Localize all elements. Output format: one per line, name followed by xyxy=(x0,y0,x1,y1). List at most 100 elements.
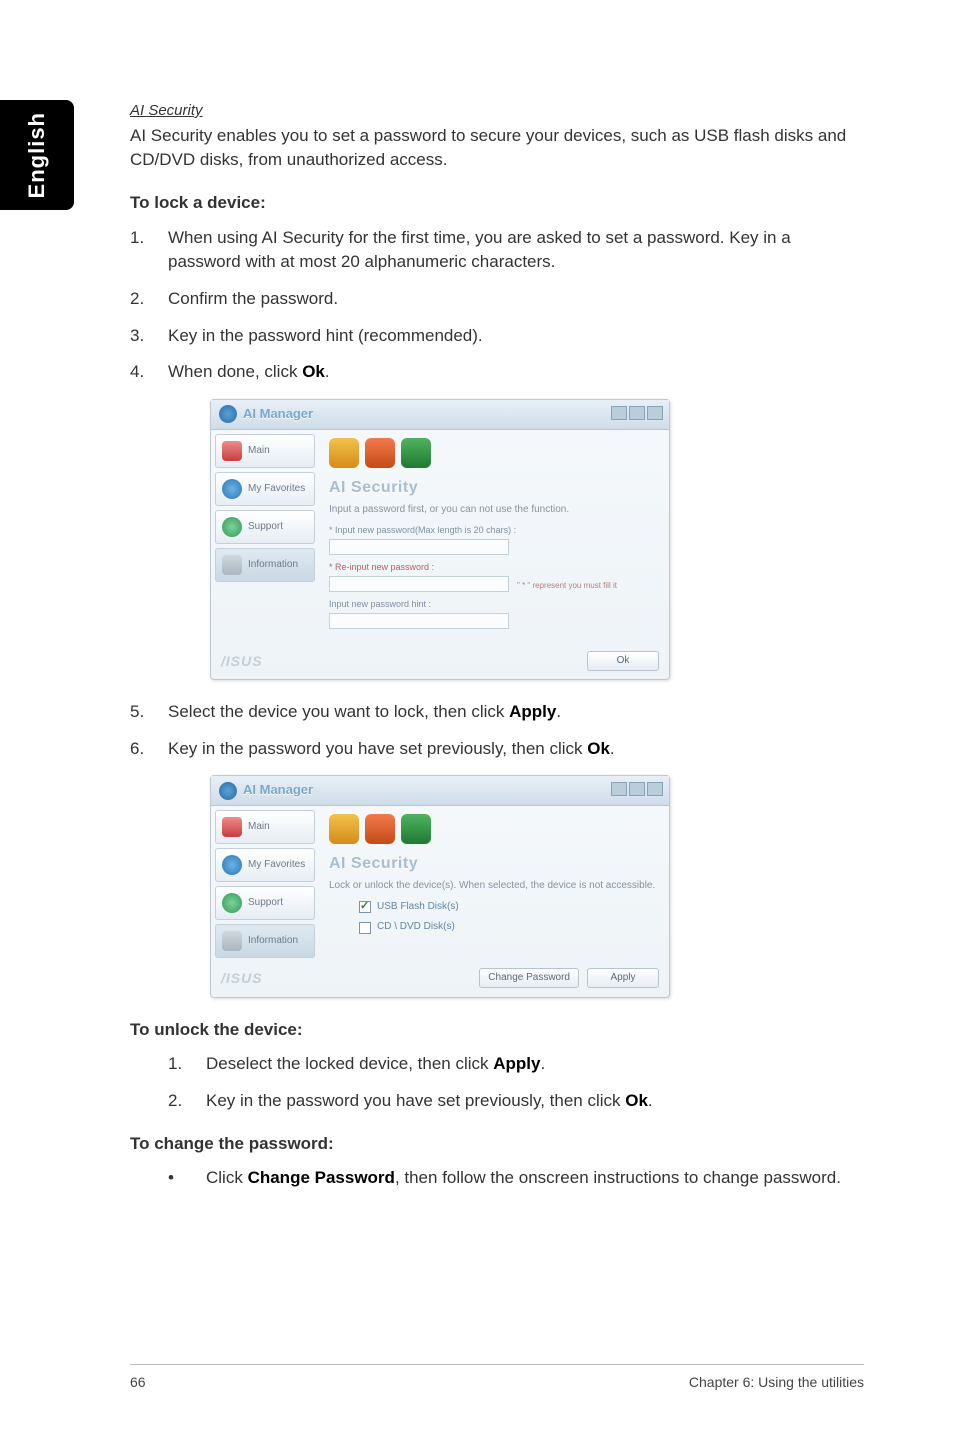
nav-main[interactable]: Main xyxy=(215,434,315,468)
step-text: Deselect the locked device, then click A… xyxy=(206,1052,864,1077)
apply-button[interactable]: Apply xyxy=(587,968,659,988)
toolbar-icon-3[interactable] xyxy=(401,438,431,468)
bullet-icon: • xyxy=(168,1166,206,1191)
nav-information[interactable]: Information xyxy=(215,548,315,582)
step-number: 2. xyxy=(168,1089,206,1114)
page-number: 66 xyxy=(130,1374,146,1390)
nav-favorites[interactable]: My Favorites xyxy=(215,472,315,506)
window-title: AI Manager xyxy=(243,405,313,424)
close-icon[interactable] xyxy=(647,406,663,420)
information-icon xyxy=(222,555,242,575)
app-logo-icon xyxy=(219,405,237,423)
intro-paragraph: AI Security enables you to set a passwor… xyxy=(130,124,864,173)
step-number: 5. xyxy=(130,700,168,725)
toolbar-icon-1[interactable] xyxy=(329,814,359,844)
step-number: 6. xyxy=(130,737,168,762)
reinput-password-input[interactable] xyxy=(329,576,509,592)
window-title: AI Manager xyxy=(243,781,313,800)
window-title-bar: AI Manager xyxy=(211,400,669,430)
step-number: 2. xyxy=(130,287,168,312)
checkbox-icon[interactable] xyxy=(359,922,371,934)
unlock-heading: To unlock the device: xyxy=(130,1018,864,1043)
brand-mark: /ISUS xyxy=(221,968,263,988)
chapter-label: Chapter 6: Using the utilities xyxy=(689,1374,864,1390)
toolbar-icon-2[interactable] xyxy=(365,438,395,468)
step-number: 3. xyxy=(130,324,168,349)
cd-dvd-option[interactable]: CD \ DVD Disk(s) xyxy=(359,920,659,935)
change-bullet-list: •Click Change Password, then follow the … xyxy=(130,1166,864,1191)
support-icon xyxy=(222,893,242,913)
password-hint-label: Input new password hint : xyxy=(329,598,659,611)
toolbar-icon-3[interactable] xyxy=(401,814,431,844)
toolbar-icons xyxy=(329,438,659,468)
toolbar-icon-1[interactable] xyxy=(329,438,359,468)
content-pane: AI Security Input a password first, or y… xyxy=(319,430,669,645)
lock-steps-5-6: 5.Select the device you want to lock, th… xyxy=(130,700,864,761)
nav-support[interactable]: Support xyxy=(215,510,315,544)
toolbar-icon-2[interactable] xyxy=(365,814,395,844)
window-controls[interactable] xyxy=(611,406,663,420)
step-text: When using AI Security for the first tim… xyxy=(168,226,864,275)
lock-heading: To lock a device: xyxy=(130,191,864,216)
nav-sidebar: Main My Favorites Support Information xyxy=(211,806,319,962)
step-number: 1. xyxy=(168,1052,206,1077)
minimize-icon[interactable] xyxy=(611,406,627,420)
change-password-button[interactable]: Change Password xyxy=(479,968,579,988)
password-hint-input[interactable] xyxy=(329,613,509,629)
ai-manager-window-1: AI Manager Main My Favorites Support Inf… xyxy=(210,399,670,680)
step-text: When done, click Ok. xyxy=(168,360,864,385)
usb-flash-label: USB Flash Disk(s) xyxy=(377,900,459,915)
step-text: Select the device you want to lock, then… xyxy=(168,700,864,725)
window-title-bar: AI Manager xyxy=(211,776,669,806)
ok-button[interactable]: Ok xyxy=(587,651,659,671)
nav-favorites[interactable]: My Favorites xyxy=(215,848,315,882)
checkbox-icon[interactable] xyxy=(359,901,371,913)
information-icon xyxy=(222,931,242,951)
screenshot-2-wrap: AI Manager Main My Favorites Support Inf… xyxy=(130,775,864,997)
main-icon xyxy=(222,817,242,837)
pane-help-text: Lock or unlock the device(s). When selec… xyxy=(329,879,659,894)
close-icon[interactable] xyxy=(647,782,663,796)
section-title: AI Security xyxy=(130,100,864,122)
ai-manager-window-2: AI Manager Main My Favorites Support Inf… xyxy=(210,775,670,997)
nav-main[interactable]: Main xyxy=(215,810,315,844)
step-number: 1. xyxy=(130,226,168,275)
new-password-label: * Input new password(Max length is 20 ch… xyxy=(329,524,659,537)
change-heading: To change the password: xyxy=(130,1132,864,1157)
step-number: 4. xyxy=(130,360,168,385)
document-body: AI Security AI Security enables you to s… xyxy=(130,100,864,1191)
maximize-icon[interactable] xyxy=(629,406,645,420)
minimize-icon[interactable] xyxy=(611,782,627,796)
pane-title: AI Security xyxy=(329,852,659,875)
usb-flash-option[interactable]: USB Flash Disk(s) xyxy=(359,900,659,915)
language-tab: English xyxy=(0,100,74,210)
favorites-icon xyxy=(222,855,242,875)
required-note: " * " represent you must fill it xyxy=(517,580,617,592)
window-controls[interactable] xyxy=(611,782,663,796)
maximize-icon[interactable] xyxy=(629,782,645,796)
main-icon xyxy=(222,441,242,461)
nav-support[interactable]: Support xyxy=(215,886,315,920)
unlock-steps: 1.Deselect the locked device, then click… xyxy=(130,1052,864,1113)
new-password-input[interactable] xyxy=(329,539,509,555)
content-pane: AI Security Lock or unlock the device(s)… xyxy=(319,806,669,962)
nav-information[interactable]: Information xyxy=(215,924,315,958)
bullet-text: Click Change Password, then follow the o… xyxy=(206,1166,864,1191)
lock-steps-1-4: 1.When using AI Security for the first t… xyxy=(130,226,864,385)
favorites-icon xyxy=(222,479,242,499)
support-icon xyxy=(222,517,242,537)
step-text: Confirm the password. xyxy=(168,287,864,312)
cd-dvd-label: CD \ DVD Disk(s) xyxy=(377,920,455,935)
step-text: Key in the password you have set previou… xyxy=(206,1089,864,1114)
pane-help-text: Input a password first, or you can not u… xyxy=(329,503,659,518)
nav-sidebar: Main My Favorites Support Information xyxy=(211,430,319,645)
reinput-password-label: * Re-input new password : xyxy=(329,561,509,574)
brand-mark: /ISUS xyxy=(221,651,263,671)
step-text: Key in the password you have set previou… xyxy=(168,737,864,762)
toolbar-icons xyxy=(329,814,659,844)
page-footer: 66 Chapter 6: Using the utilities xyxy=(0,1374,954,1390)
language-tab-text: English xyxy=(24,112,50,198)
step-text: Key in the password hint (recommended). xyxy=(168,324,864,349)
pane-title: AI Security xyxy=(329,476,659,499)
screenshot-1-wrap: AI Manager Main My Favorites Support Inf… xyxy=(130,399,864,680)
